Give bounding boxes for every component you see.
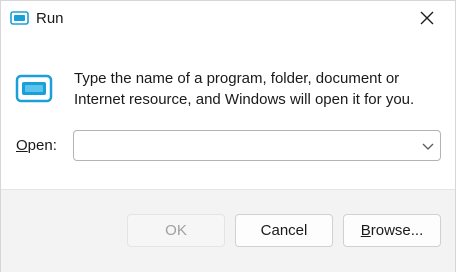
open-combobox[interactable] — [73, 130, 441, 161]
ok-button[interactable]: OK — [127, 214, 225, 247]
cancel-button[interactable]: Cancel — [235, 214, 333, 247]
open-label-accesskey: O — [16, 137, 28, 154]
browse-button[interactable]: Browse... — [343, 214, 441, 247]
open-label: Open: — [16, 137, 57, 154]
browse-label-rest: rowse... — [370, 222, 424, 239]
chevron-down-icon[interactable] — [421, 139, 435, 153]
ok-button-label: OK — [165, 222, 187, 239]
close-button[interactable] — [405, 5, 449, 35]
run-dialog: Run Type the name of a program, folder, … — [0, 0, 456, 272]
cancel-button-label: Cancel — [260, 222, 308, 239]
run-icon — [10, 11, 29, 25]
title-bar: Run — [1, 1, 455, 39]
dialog-description: Type the name of a program, folder, docu… — [74, 70, 415, 108]
open-label-text: pen: — [27, 137, 57, 154]
browse-button-label: Browse... — [361, 222, 424, 239]
window-title: Run — [36, 10, 64, 27]
close-icon — [420, 11, 434, 30]
open-input[interactable] — [80, 135, 414, 158]
browse-accesskey: B — [360, 222, 371, 239]
run-icon — [15, 74, 53, 104]
